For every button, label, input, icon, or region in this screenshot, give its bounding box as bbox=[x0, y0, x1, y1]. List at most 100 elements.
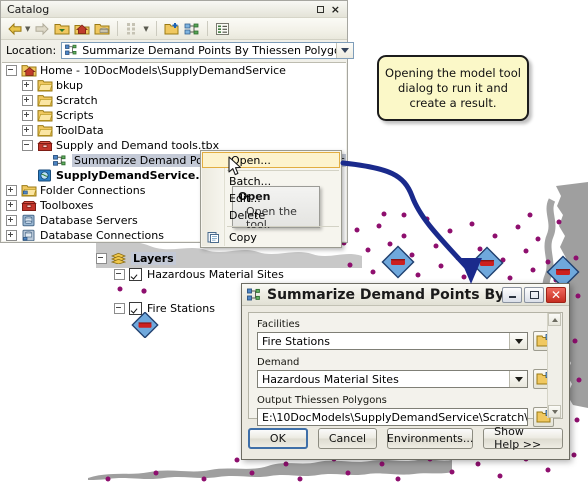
menu-item-open[interactable]: Open... bbox=[202, 152, 340, 168]
home-icon[interactable] bbox=[73, 20, 91, 38]
expand-icon[interactable] bbox=[22, 125, 33, 136]
collapse-icon[interactable] bbox=[114, 302, 125, 314]
copy-icon bbox=[206, 231, 220, 244]
environments-button[interactable]: Environments... bbox=[387, 427, 473, 449]
minimize-icon[interactable] bbox=[502, 286, 522, 303]
tree-item-home-10docmodels-supplydemandservice[interactable]: Home - 10DocModels\SupplyDemandService bbox=[2, 63, 346, 78]
menu-separator bbox=[227, 226, 339, 227]
geoprocessing-tool-dialog[interactable]: Summarize Demand Points By ... ✕ Facilit… bbox=[241, 283, 570, 460]
collapse-icon[interactable] bbox=[114, 268, 125, 280]
back-arrow-icon[interactable] bbox=[6, 20, 24, 38]
folder-icon bbox=[37, 79, 53, 93]
tree-item-label: ToolData bbox=[56, 124, 104, 137]
tree-item-label: bkup bbox=[56, 79, 83, 92]
parameter-label-demand: Demand bbox=[257, 357, 300, 368]
toolbox-icon bbox=[37, 139, 53, 153]
expand-icon[interactable] bbox=[6, 200, 17, 211]
tree-item-label: Supply and Demand tools.tbx bbox=[56, 139, 220, 152]
dialog-scrollbar[interactable] bbox=[547, 313, 562, 418]
ok-button[interactable]: OK bbox=[248, 427, 308, 449]
expand-icon[interactable] bbox=[6, 215, 17, 226]
layer-visibility-checkbox[interactable] bbox=[129, 301, 142, 315]
dialog-button-bar: OK Cancel Environments... Show Help >> bbox=[248, 424, 563, 452]
tree-item-scratch[interactable]: Scratch bbox=[2, 93, 346, 108]
expand-icon[interactable] bbox=[22, 80, 33, 91]
default-geodatabase-icon[interactable] bbox=[93, 20, 111, 38]
collapse-icon[interactable] bbox=[22, 140, 33, 151]
toc-row-layers[interactable]: Layers bbox=[92, 250, 267, 266]
menu-item-batch[interactable]: Batch... bbox=[201, 173, 341, 190]
close-icon[interactable]: ✕ bbox=[546, 286, 566, 303]
location-label: Location: bbox=[6, 43, 57, 57]
expand-icon[interactable] bbox=[22, 110, 33, 121]
tree-item-label: Folder Connections bbox=[40, 184, 146, 197]
menu-item-edit[interactable]: Edit... bbox=[201, 190, 341, 207]
demand-combobox[interactable]: Hazardous Material Sites bbox=[257, 370, 528, 388]
mouse-cursor-icon bbox=[228, 156, 241, 176]
model-tool-icon bbox=[247, 288, 263, 302]
catalog-options-icon[interactable] bbox=[214, 20, 232, 38]
annotation-callout: Opening the model tool dialog to run it … bbox=[377, 55, 529, 121]
toc-label-hazardous: Hazardous Material Sites bbox=[147, 267, 284, 281]
facilities-value: Fire Stations bbox=[262, 334, 330, 348]
tree-item-label: Home - 10DocModels\SupplyDemandService bbox=[40, 64, 286, 77]
chevron-down-icon[interactable] bbox=[336, 42, 354, 58]
dialog-title: Summarize Demand Points By ... bbox=[267, 286, 502, 303]
view-dropdown-caret-icon: ▼ bbox=[143, 24, 149, 33]
expand-icon[interactable] bbox=[22, 95, 33, 106]
chevron-down-icon[interactable] bbox=[509, 371, 527, 387]
forward-arrow-icon bbox=[33, 20, 51, 38]
view-list-icon bbox=[124, 20, 142, 38]
toc-row-hazardous-material-sites[interactable]: Hazardous Material Sites bbox=[92, 266, 284, 282]
location-combobox[interactable]: Summarize Demand Points By Thiessen Poly… bbox=[61, 41, 355, 59]
layer-visibility-checkbox[interactable] bbox=[129, 267, 142, 281]
location-bar[interactable]: Location: Summarize Demand Points By Thi… bbox=[1, 40, 355, 60]
maximize-icon[interactable] bbox=[316, 5, 324, 13]
folder-connection-icon bbox=[21, 184, 37, 198]
toolbar-separator bbox=[117, 21, 119, 36]
up-one-level-icon[interactable] bbox=[53, 20, 71, 38]
maximize-icon[interactable] bbox=[524, 286, 544, 303]
scroll-up-button[interactable] bbox=[548, 313, 561, 326]
folder-icon bbox=[37, 94, 53, 108]
catalog-toolbar[interactable]: ▼ ▼ bbox=[1, 18, 347, 40]
folder-icon bbox=[37, 109, 53, 123]
model-tool-icon bbox=[53, 154, 69, 168]
dialog-titlebar[interactable]: Summarize Demand Points By ... ✕ bbox=[242, 284, 569, 306]
scroll-down-button[interactable] bbox=[548, 405, 561, 418]
purple-dot-symbol bbox=[141, 288, 147, 294]
facilities-combobox[interactable]: Fire Stations bbox=[257, 332, 528, 350]
parameter-row-facilities: Fire Stations bbox=[257, 331, 554, 351]
menu-item-label: Edit... bbox=[229, 192, 261, 205]
menu-item-copy[interactable]: Copy bbox=[201, 229, 341, 246]
dialog-window-controls: ✕ bbox=[502, 286, 569, 303]
expand-icon[interactable] bbox=[6, 185, 17, 196]
tree-item-label: Toolboxes bbox=[40, 199, 94, 212]
menu-item-delete[interactable]: Delete bbox=[201, 207, 341, 224]
collapse-icon[interactable] bbox=[6, 65, 17, 76]
database-connection-icon bbox=[21, 229, 37, 241]
close-icon[interactable]: × bbox=[331, 4, 340, 15]
mxd-icon bbox=[37, 169, 53, 183]
cancel-button[interactable]: Cancel bbox=[317, 427, 378, 449]
tree-item-tooldata[interactable]: ToolData bbox=[2, 123, 346, 138]
tree-item-label: Database Connections bbox=[40, 229, 164, 241]
toc-label-layers: Layers bbox=[131, 251, 176, 265]
connect-folder-icon[interactable] bbox=[163, 20, 181, 38]
screenshot-root: Catalog × ▼ ▼ Location: Summarize Demand… bbox=[0, 0, 588, 502]
menu-item-label: Delete bbox=[229, 209, 266, 222]
parameter-demand: Demand Hazardous Material Sites bbox=[257, 357, 554, 389]
tree-item-bkup[interactable]: bkup bbox=[2, 78, 346, 93]
collapse-icon[interactable] bbox=[96, 252, 107, 264]
context-menu[interactable]: Open... Batch... Edit... Delete Copy bbox=[200, 150, 342, 248]
back-dropdown-caret-icon[interactable]: ▼ bbox=[25, 25, 30, 33]
tree-item-label: Scripts bbox=[56, 109, 94, 122]
dialog-parameters-panel[interactable]: Facilities Fire Stations Demand Hazardou… bbox=[248, 312, 563, 427]
toolbox-connections-icon[interactable] bbox=[183, 20, 201, 38]
tree-item-scripts[interactable]: Scripts bbox=[2, 108, 346, 123]
chevron-down-icon[interactable] bbox=[509, 333, 527, 349]
show-help-button[interactable]: Show Help >> bbox=[483, 425, 563, 451]
expand-icon[interactable] bbox=[6, 230, 17, 241]
toolbox-icon bbox=[21, 199, 37, 213]
catalog-titlebar[interactable]: Catalog × bbox=[1, 1, 347, 18]
